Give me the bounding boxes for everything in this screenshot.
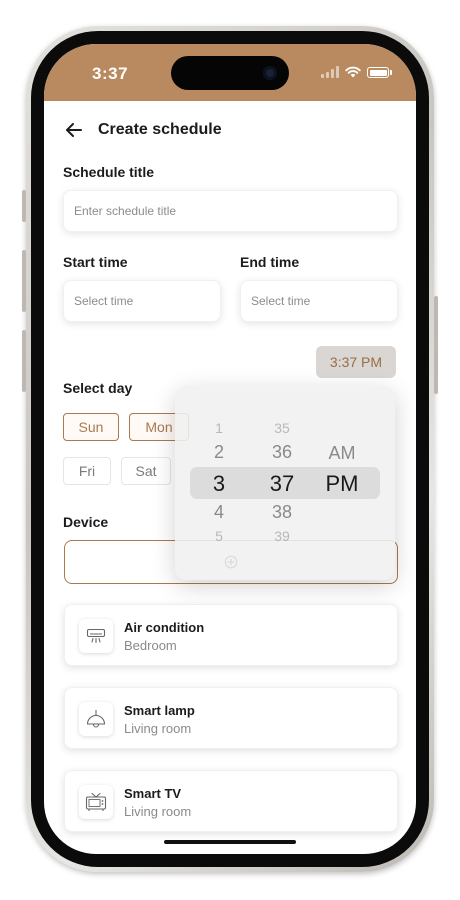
start-time-input[interactable]	[64, 281, 220, 321]
volume-down-button	[22, 330, 26, 392]
lamp-icon	[79, 702, 113, 736]
volume-up-button	[22, 250, 26, 312]
dynamic-island	[171, 56, 289, 90]
picker-period-selected[interactable]: PM	[317, 471, 367, 497]
side-button	[22, 190, 26, 222]
battery-tip	[390, 70, 392, 75]
device-card-smart-lamp[interactable]: Smart lamp Living room	[64, 687, 398, 749]
time-picker[interactable]: 1 2 3 4 5 35 36 37 38 39 AM PM	[175, 386, 395, 580]
device-name: Smart lamp	[124, 703, 195, 718]
device-name: Air condition	[124, 620, 205, 635]
picker-hour[interactable]: 5	[199, 528, 239, 544]
picker-minute[interactable]: 35	[260, 420, 304, 436]
device-room: Living room	[124, 804, 192, 819]
picker-minute-selected[interactable]: 37	[260, 471, 304, 497]
picker-period[interactable]: AM	[317, 443, 367, 464]
day-chip-sun[interactable]: Sun	[63, 413, 119, 441]
picker-minute[interactable]: 39	[260, 528, 304, 544]
tv-icon	[79, 785, 113, 819]
air-conditioner-icon	[79, 619, 113, 653]
picker-minute[interactable]: 38	[260, 502, 304, 523]
end-time-input[interactable]	[241, 281, 397, 321]
picker-hour[interactable]: 4	[199, 502, 239, 523]
battery-icon	[367, 67, 389, 78]
camera-icon	[263, 66, 277, 80]
device-room: Bedroom	[124, 638, 177, 653]
power-button	[434, 296, 438, 394]
device-room: Living room	[124, 721, 192, 736]
picker-minute[interactable]: 36	[260, 442, 304, 463]
picker-hour[interactable]: 1	[199, 420, 239, 436]
picker-hour[interactable]: 2	[199, 442, 239, 463]
wifi-icon	[345, 66, 361, 78]
end-time-label: End time	[240, 254, 300, 270]
screen: 3:37 Create schedule Schedule title Star…	[44, 44, 416, 854]
end-time-field	[240, 280, 398, 322]
schedule-title-input[interactable]	[64, 191, 397, 231]
day-chip-sat[interactable]: Sat	[121, 457, 171, 485]
day-chip-fri[interactable]: Fri	[63, 457, 111, 485]
device-card-air-condition[interactable]: Air condition Bedroom	[64, 604, 398, 666]
start-time-field	[63, 280, 221, 322]
header: Create schedule	[64, 120, 222, 140]
status-time: 3:37	[92, 64, 129, 83]
status-icons	[321, 66, 392, 78]
start-time-label: Start time	[63, 254, 128, 270]
device-name: Smart TV	[124, 786, 182, 801]
selected-time-pill[interactable]: 3:37 PM	[316, 346, 396, 378]
device-card-smart-tv[interactable]: Smart TV Living room	[64, 770, 398, 832]
select-day-label: Select day	[63, 380, 133, 396]
device-label: Device	[63, 514, 109, 530]
status-bar: 3:37	[44, 44, 416, 101]
picker-hour-selected[interactable]: 3	[199, 471, 239, 497]
schedule-title-field	[63, 190, 398, 232]
back-arrow-icon[interactable]	[64, 120, 84, 140]
signal-icon	[321, 66, 339, 78]
schedule-title-label: Schedule title	[63, 164, 155, 180]
home-indicator	[164, 840, 296, 844]
page-title: Create schedule	[98, 121, 222, 138]
